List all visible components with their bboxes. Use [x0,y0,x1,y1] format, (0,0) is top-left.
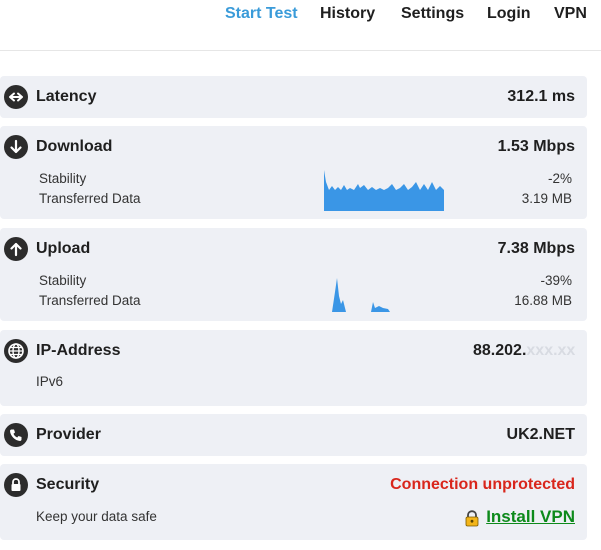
upload-stability-label: Stability [39,273,87,288]
ip-title: IP-Address [36,342,121,359]
upload-stability-value: -39% [540,273,572,288]
download-stability-value: -2% [547,171,572,186]
security-title: Security [36,476,100,493]
install-vpn-label: Install VPN [486,507,575,526]
download-card: Download 1.53 Mbps Stability Transferred… [0,126,587,219]
top-nav: Start Test History Settings Login VPN [0,0,601,51]
ip-value: 88.202.xxx.xx [473,342,576,359]
nav-login[interactable]: Login [487,5,531,23]
left-right-arrow-icon [4,85,28,109]
provider-title: Provider [36,426,101,443]
upload-value: 7.38 Mbps [497,240,575,257]
upload-card: Upload 7.38 Mbps Stability Transferred D… [0,228,587,321]
upload-transferred-value: 16.88 MB [514,293,572,308]
nav-settings[interactable]: Settings [401,5,464,23]
download-value: 1.53 Mbps [497,138,575,155]
nav-vpn[interactable]: VPN [554,5,587,23]
upload-sparkline [330,278,392,312]
upload-transferred-label: Transferred Data [39,293,141,308]
latency-card: Latency 312.1 ms [0,76,587,118]
nav-history[interactable]: History [320,5,375,23]
ip-card: IP-Address 88.202.xxx.xx IPv6 [0,330,587,406]
download-stability-label: Stability [39,171,87,186]
lock-icon [4,473,28,497]
security-sub-label: Keep your data safe [36,509,157,524]
security-card: Security Connection unprotected Keep you… [0,464,587,540]
arrow-up-icon [4,237,28,261]
security-status: Connection unprotected [390,476,575,493]
download-transferred-value: 3.19 MB [521,191,572,206]
ip-version-label: IPv6 [36,374,64,389]
upload-title: Upload [36,240,91,257]
download-transferred-label: Transferred Data [39,191,141,206]
globe-icon [4,339,28,363]
latency-value: 312.1 ms [507,88,575,105]
provider-card: Provider UK2.NET [0,414,587,456]
download-sparkline [324,170,444,211]
phone-icon [4,423,28,447]
arrow-down-icon [4,135,28,159]
download-title: Download [36,138,113,155]
install-vpn-link[interactable]: Install VPN [464,507,575,527]
padlock-icon [464,509,479,526]
latency-title: Latency [36,88,97,105]
provider-value: UK2.NET [506,426,575,443]
nav-start-test[interactable]: Start Test [225,5,298,23]
